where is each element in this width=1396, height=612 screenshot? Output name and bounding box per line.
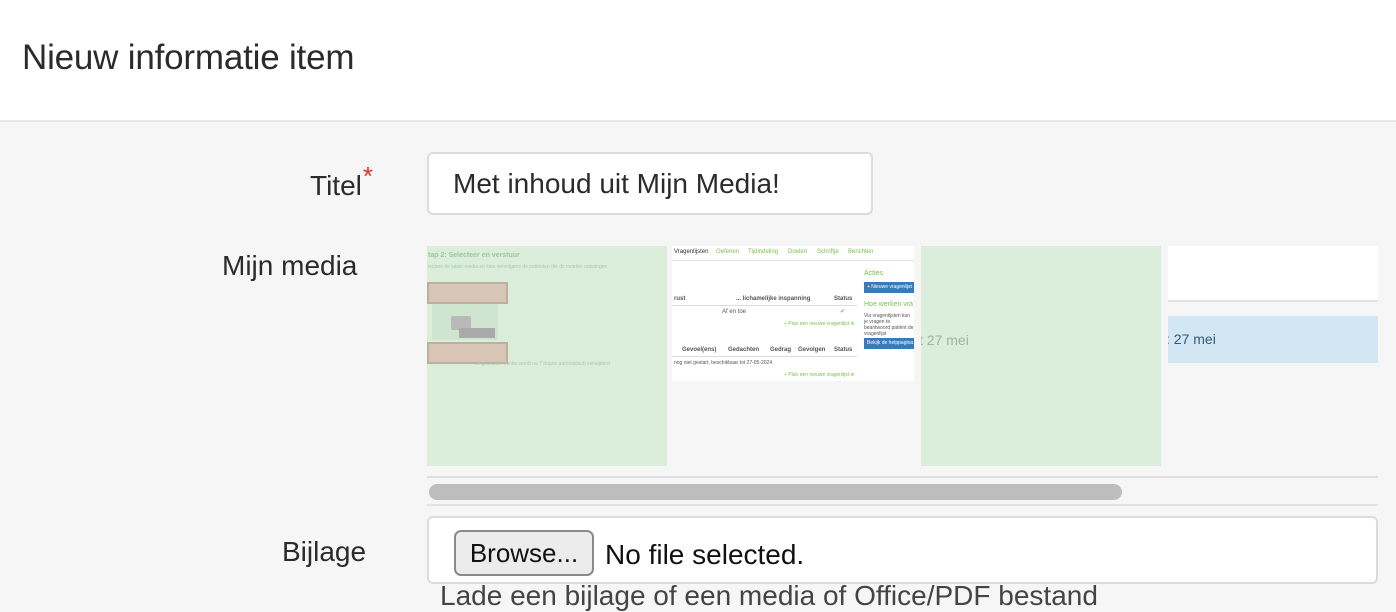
title-label: Titel* [310,161,373,202]
thumb2-divider-1 [672,305,857,306]
thumb2-r2h5: Status [834,347,853,353]
thumb1-bar-top [427,282,508,304]
thumb2-help-btn: Bekijk de helppagina [864,338,914,349]
thumb2-hoe: Hoe werken vra [864,301,914,308]
thumb2-check-icon: ✔ [840,309,846,315]
thumb2-tab-6: Berichten [848,249,874,255]
thumb4-text: : 27 mei [1168,331,1216,347]
page-title: Nieuw informatie item [22,38,355,77]
thumb1-footer: Ongebruikte media wordt na 7 dagen autom… [475,361,610,367]
media-scrollbar[interactable] [429,484,1122,500]
thumb4-divider [1168,300,1378,302]
thumb4-band: : 27 mei [1168,316,1378,363]
thumb4-top [1168,246,1378,300]
media-thumb-2[interactable]: Vragenlijsten Oefenen Tijdindeling Doele… [672,246,914,381]
thumb2-r2h3: Gedrag [770,347,792,353]
thumb2-help-btn-text: Bekijk de helppagina [867,340,914,346]
thumb1-subtext: lecteer de juiste media en kies vervolge… [428,264,609,270]
thumb2-divider-2 [672,356,857,357]
media-thumb-3[interactable]: t 27 mei [921,246,1161,466]
media-label: Mijn media [222,250,358,281]
thumb2-r2v: nog niet gestart, beschikbaar tot 27-05-… [674,360,773,366]
thumb2-new-btn-text: + Nieuwe vragenlijst [867,284,912,290]
file-input[interactable]: Browse... No file selected. [427,516,1378,584]
thumb2-tab-3: Tijdindeling [748,249,779,255]
thumb2-r2h1: Gevoel(ens) [682,347,717,353]
thumb2-plan1: + Plan een nieuwe vragenlijst in [784,321,855,327]
media-strip[interactable]: tap 2: Selecteer en verstuur lecteer de … [427,246,1378,466]
thumb2-tabbar: Vragenlijsten Oefenen Tijdindeling Doele… [672,246,914,261]
thumb2-r1h1: rust [674,296,686,302]
page-header: Nieuw informatie item [0,0,1396,122]
title-label-text: Titel [310,170,362,201]
file-status: No file selected. [605,539,805,570]
thumb2-tab-1: Vragenlijsten [674,249,709,255]
thumb2-plan2: + Plan een nieuwe vragenlijst in [784,372,855,378]
title-input[interactable]: Met inhoud uit Mijn Media! [427,152,873,215]
thumb2-r1h3: Status [834,296,853,302]
video-controls-icon [459,328,495,338]
thumb2-acties: Acties [864,270,884,277]
thumb2-r1h2: ... lichamelijke inspanning [736,296,811,302]
thumb2-tab-2: Oefenen [716,249,740,255]
thumb2-new-btn: + Nieuwe vragenlijst [864,282,914,293]
attachment-help-text: Lade een bijlage of een media of Office/… [440,580,1098,611]
attachment-label: Bijlage [282,536,367,567]
thumb2-tab-4: Doelen [788,249,808,255]
thumb2-r2h4: Gevolgen [798,347,826,353]
required-mark: * [362,161,373,191]
browse-button[interactable]: Browse... [454,530,594,576]
thumb2-r1v: Af en toe [722,309,747,315]
media-strip-border-bottom [427,504,1378,506]
thumb2-tab-5: Schriftje [817,249,839,255]
thumb3-text: t 27 mei [921,332,969,348]
thumb1-heading: tap 2: Selecteer en verstuur [428,252,520,259]
media-strip-border-top [427,476,1378,478]
thumb2-r2h2: Gedachten [728,347,760,353]
media-thumb-4[interactable]: : 27 mei [1168,246,1378,466]
media-thumb-1[interactable]: tap 2: Selecteer en verstuur lecteer de … [427,246,667,466]
thumb2-hoe-text: Via vragenlijsten kun je vragen te beant… [864,313,914,337]
